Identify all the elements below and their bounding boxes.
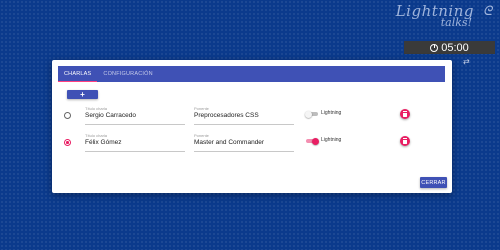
tab-bar: CHARLAS CONFIGURACIÓN [58, 66, 445, 82]
delete-talk-button[interactable] [400, 109, 410, 119]
talk-row: Título charla Félix Gómez Ponente Master… [52, 133, 452, 155]
clock-icon [430, 43, 439, 52]
add-talk-button[interactable]: + [67, 90, 98, 99]
talk-speaker-field[interactable]: Ponente Preprocesadores CSS [194, 106, 294, 125]
lightning-toggle-label: Lightning [321, 137, 342, 143]
talk-speaker-value: Preprocesadores CSS [194, 112, 259, 119]
talk-speaker-label: Ponente [194, 106, 209, 111]
lightning-toggle-label: Lightning [321, 110, 342, 116]
talk-speaker-value: Master and Commander [194, 139, 265, 146]
talk-speaker-label: Ponente [194, 133, 209, 138]
lightning-talks-logo: Lightning talks! ᘓ [396, 2, 492, 30]
delete-talk-button[interactable] [400, 136, 410, 146]
lightning-swirl-icon: ᘓ [482, 4, 492, 19]
timer-value: 05:00 [441, 41, 469, 54]
talk-select-radio[interactable] [64, 112, 71, 119]
talk-speaker-field[interactable]: Ponente Master and Commander [194, 133, 294, 152]
talk-title-label: Título charla [85, 106, 108, 111]
trash-icon [402, 138, 407, 144]
toggle-thumb [305, 110, 312, 118]
close-button[interactable]: CERRAR [420, 177, 447, 188]
lightning-toggle[interactable] [305, 110, 318, 118]
toggle-thumb [312, 137, 319, 145]
logo-subtitle: talks! [440, 16, 472, 29]
talks-dialog: CHARLAS CONFIGURACIÓN + Título charla Se… [52, 60, 452, 193]
talk-title-label: Título charla [85, 133, 108, 138]
talk-title-field[interactable]: Título charla Félix Gómez [85, 133, 185, 152]
trash-icon [402, 111, 407, 117]
tab-charlas[interactable]: CHARLAS [58, 66, 98, 82]
lightning-toggle[interactable] [306, 137, 319, 145]
refresh-icon[interactable]: ⇄ [463, 57, 470, 66]
countdown-timer: 05:00 [404, 41, 495, 54]
talk-title-value: Félix Gómez [85, 139, 122, 146]
talk-select-radio[interactable] [64, 139, 71, 146]
talk-title-value: Sergio Carracedo [85, 112, 136, 119]
talk-title-field[interactable]: Título charla Sergio Carracedo [85, 106, 185, 125]
tab-configuracion[interactable]: CONFIGURACIÓN [97, 66, 158, 82]
talk-row: Título charla Sergio Carracedo Ponente P… [52, 106, 452, 128]
